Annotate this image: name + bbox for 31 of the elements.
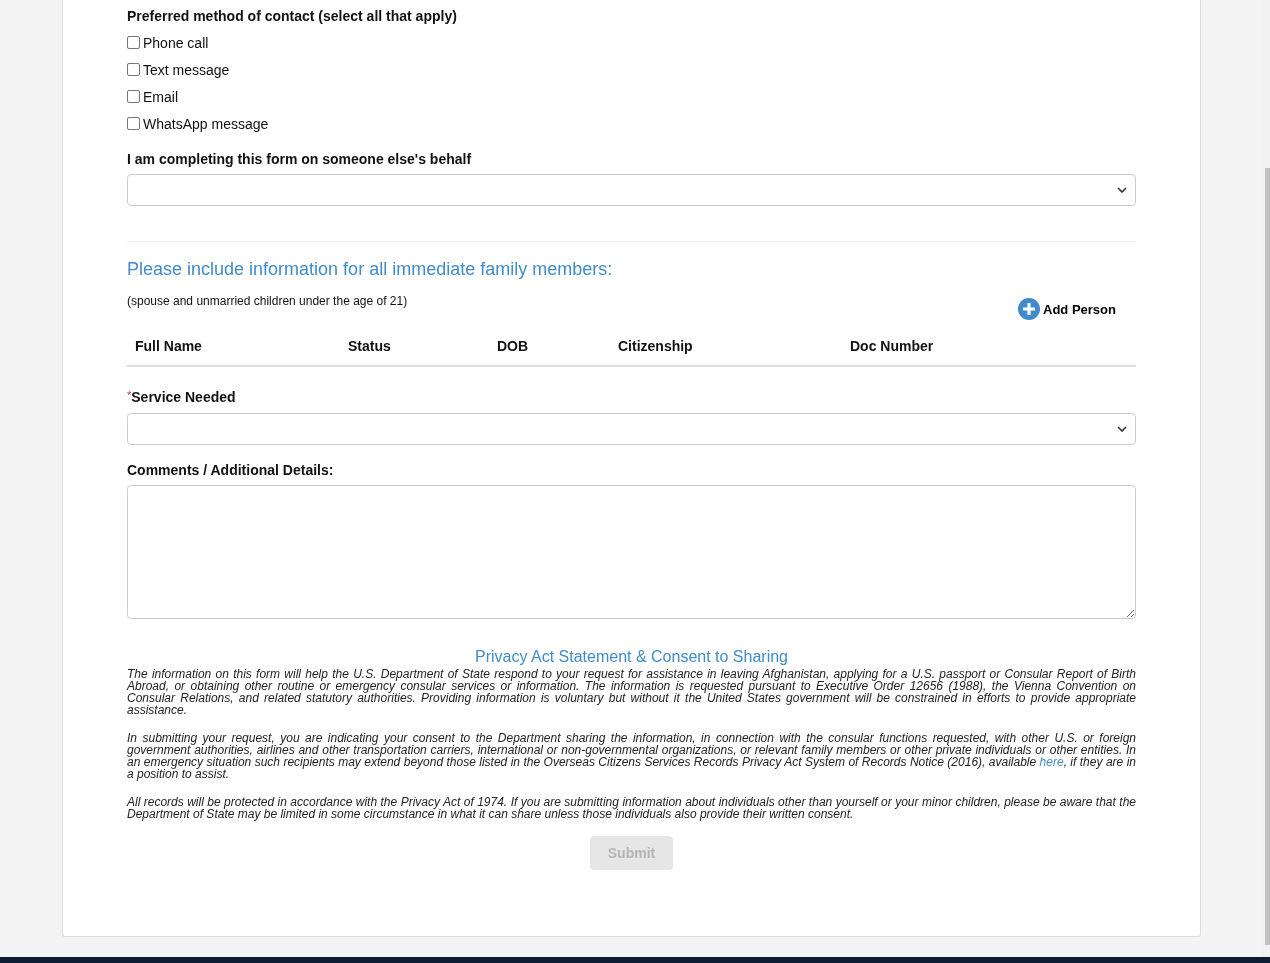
plus-circle-icon (1018, 298, 1041, 320)
privacy-heading: Privacy Act Statement & Consent to Sharing (473, 648, 789, 666)
column-header: Citizenship (618, 338, 694, 354)
column-header: Status (348, 338, 392, 354)
contact-option[interactable]: WhatsApp message (127, 110, 1136, 137)
behalf-label: I am completing this form on someone else's behalf (127, 151, 473, 167)
here-link[interactable]: here (1039, 755, 1064, 769)
required-asterisk: * (127, 389, 132, 401)
chevron-down-icon (1117, 426, 1127, 432)
chevron-down-icon (1117, 187, 1127, 193)
contact-option[interactable]: Email (127, 83, 1136, 110)
comments-label: Comments / Additional Details: (127, 462, 335, 478)
contact-label: Preferred method of contact (select all that apply) (127, 8, 458, 24)
add-person-button[interactable]: Add Person (1018, 298, 1116, 320)
comments-field[interactable] (127, 485, 1136, 619)
contact-option[interactable]: Text message (127, 56, 1136, 83)
column-header: Doc Number (850, 338, 935, 354)
scrollbar-thumb[interactable] (1265, 168, 1270, 945)
checkbox[interactable] (127, 117, 140, 130)
privacy-paragraph: All records will be protected in accordance with the Privacy Act of 1974. If you are submitting information about individuals other than yourself or your minor children, please be aware that the Department of State may be limited in some circumstance in what it can share unless those individuals also provide their written consent. (127, 796, 1136, 820)
contact-option[interactable]: Phone call (127, 29, 1136, 56)
column-header: DOB (497, 338, 530, 354)
checkbox[interactable] (127, 36, 140, 49)
privacy-paragraph: In submitting your request, you are indicating your consent to the Department sharing the information, in connection with the consular functions requested, with other U.S. or foreign government authorities, airlines and other transportation carriers, international or non-governmental organizations, or relevant family members or other private individuals or other entities. In an emergency situation such recipients may extend beyond those listed in the Overseas Citizens Services Records Privacy Act System of Records Notice (2016), available here, if they are in a position to assist. (127, 732, 1136, 780)
column-header: Full Name (135, 338, 203, 354)
family-note: (spouse and unmarried children under the age of 21) (127, 294, 409, 308)
privacy-paragraph: The information on this form will help the U.S. Department of State respond to your request for assistance in leaving Afghanistan, applying for a U.S. passport or Consular Report of Birth Abroad, or obtaining other routine or emergency consular services or information. The information is requested pursuant to Executive Order 12656 (1988), the Vienna Convention on Consular Relations, and related statutory authorities. Providing information is voluntary but without it the United States government will be constrained in efforts to provide appropriate assistance. (127, 668, 1136, 716)
service-label: Service Needed (131, 389, 236, 405)
checkbox[interactable] (127, 90, 140, 103)
checkbox[interactable] (127, 63, 140, 76)
family-heading: Please include information for all immediate family members: (127, 259, 614, 280)
